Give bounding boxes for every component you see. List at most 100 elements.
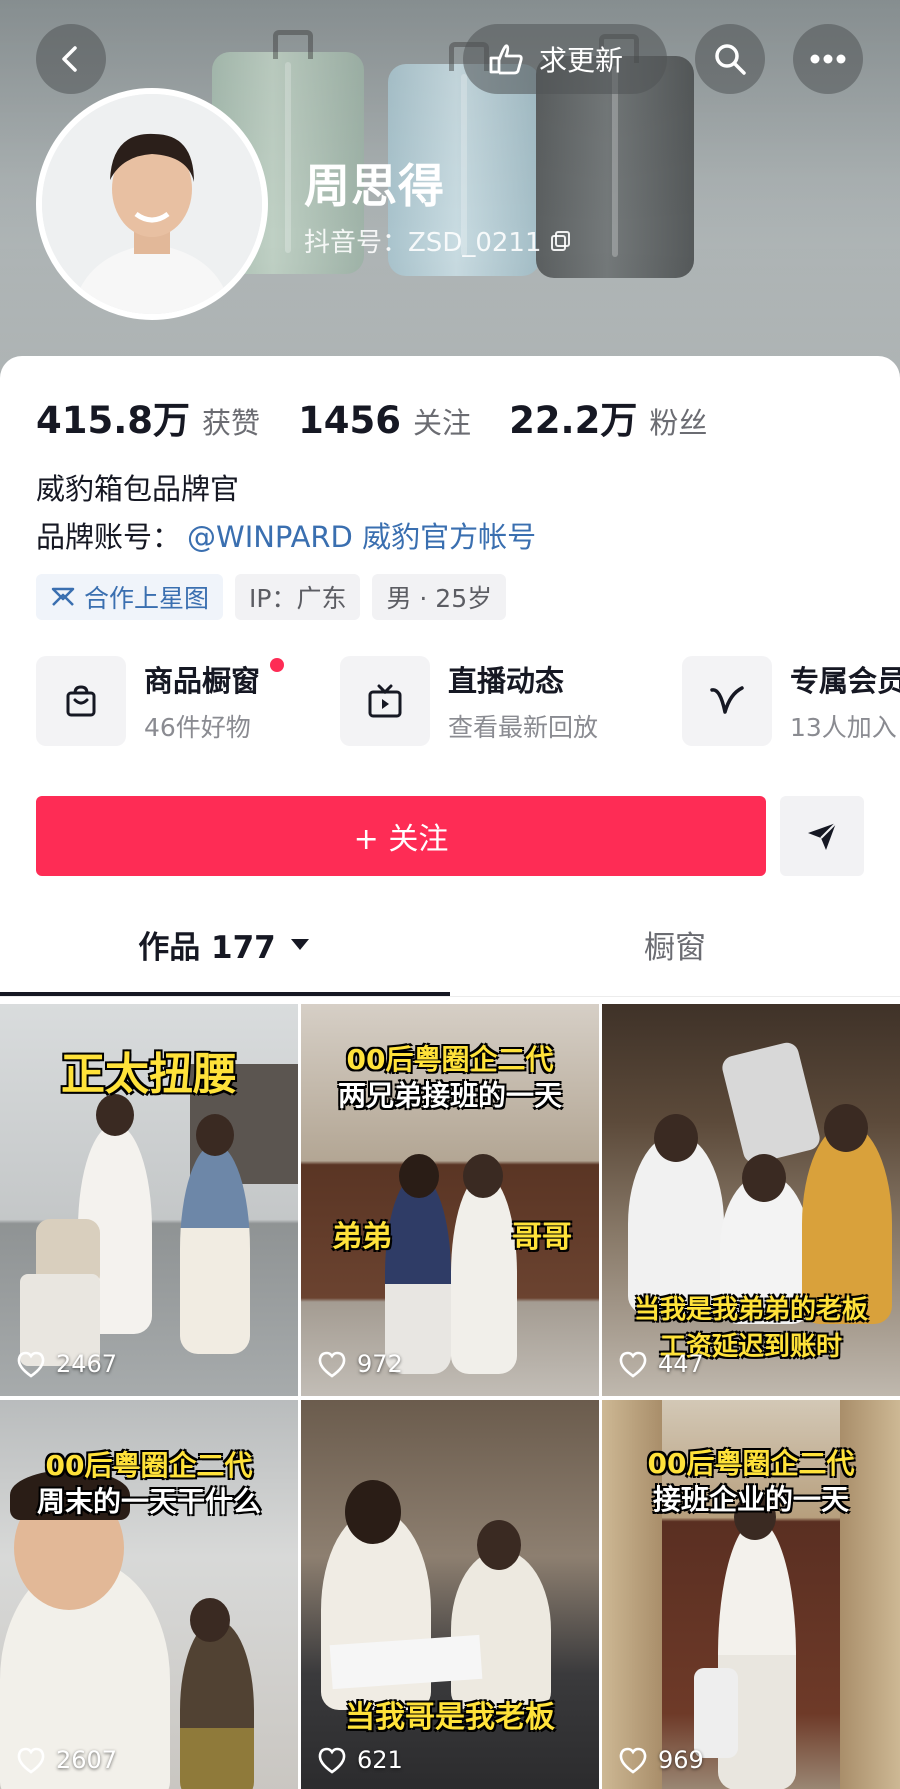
video-thumbnail[interactable]: 00后粤圈企二代 两兄弟接班的一天 弟弟 哥哥 972: [301, 1004, 599, 1396]
video-caption: 当我哥是我老板: [345, 1700, 555, 1735]
video-thumbnail[interactable]: 当我是我弟弟的老板 工资延迟到账时 447: [602, 1004, 900, 1396]
stat-label: 粉丝: [649, 406, 708, 440]
avatar-photo: [42, 94, 262, 314]
shopping-bag-icon: [66, 685, 96, 717]
video-thumbnail[interactable]: 00后粤圈企二代 接班企业的一天 969: [602, 1400, 900, 1789]
like-count: 621: [317, 1746, 403, 1774]
tag-label: 合作上星图: [84, 584, 210, 613]
paper-plane-icon: [808, 822, 837, 850]
tab-works-label: 作品 177: [138, 929, 276, 966]
stat-label: 关注: [413, 406, 472, 440]
feature-title: 直播动态: [448, 664, 565, 698]
feature-title: 商品橱窗: [144, 664, 261, 698]
caret-down-icon: [290, 939, 309, 950]
like-count: 969: [618, 1746, 704, 1774]
star-map-tag[interactable]: 合作上星图: [36, 574, 224, 620]
feature-title: 专属会员: [790, 664, 900, 698]
followers-stat[interactable]: 22.2万 粉丝: [509, 390, 707, 444]
search-button[interactable]: [695, 24, 765, 94]
tab-window[interactable]: 橱窗: [450, 896, 900, 992]
video-caption: 正太扭腰: [61, 1049, 237, 1100]
brand-account-link[interactable]: @WINPARD 威豹官方帐号: [187, 514, 536, 556]
feature-icon-box: [682, 656, 772, 746]
likes-stat[interactable]: 415.8万 获赞: [36, 390, 260, 444]
douyin-id-text: 抖音号：ZSD_0211: [304, 228, 542, 258]
copy-icon[interactable]: [550, 230, 572, 252]
content-tabs: 作品 177 橱窗: [0, 896, 900, 992]
video-caption: 接班企业的一天: [652, 1483, 849, 1516]
search-icon: [715, 44, 746, 75]
douyin-id[interactable]: 抖音号：ZSD_0211: [304, 222, 572, 259]
feature-entries: 商品橱窗 46件好物 直播动态 查看最新回放 专属会员 13人加入: [36, 656, 900, 752]
membership-entry[interactable]: 专属会员 13人加入: [682, 656, 900, 746]
person-figure: [385, 1174, 451, 1374]
feature-icon-box: [36, 656, 126, 746]
feature-subtitle: 查看最新回放: [448, 713, 599, 742]
notification-dot: [270, 658, 284, 672]
video-caption: 00后粤圈企二代: [346, 1043, 554, 1076]
heart-icon: [17, 1351, 45, 1378]
star-map-icon: [51, 587, 75, 606]
stat-value: 22.2万: [509, 399, 638, 442]
feature-subtitle: 13人加入: [790, 713, 897, 742]
back-button[interactable]: [36, 24, 106, 94]
tab-works[interactable]: 作品 177: [0, 896, 450, 992]
v-member-icon: [710, 686, 744, 714]
like-count-value: 447: [658, 1350, 704, 1378]
video-thumbnail[interactable]: 00后粤圈企二代 周末的一天干什么 2607: [0, 1400, 298, 1789]
shop-window-entry[interactable]: 商品橱窗 46件好物: [36, 656, 284, 746]
following-stat[interactable]: 1456 关注: [298, 399, 471, 442]
heart-icon: [619, 1747, 647, 1774]
more-dots-icon: [810, 54, 846, 64]
tab-window-label: 橱窗: [644, 929, 706, 966]
like-count: 2467: [16, 1350, 117, 1378]
stat-label: 获赞: [202, 406, 261, 440]
brand-account-line: 品牌账号： @WINPARD 威豹官方帐号: [36, 514, 536, 556]
video-caption: 当我是我弟弟的老板: [633, 1295, 868, 1325]
tab-divider: [0, 996, 900, 997]
avatar[interactable]: [36, 88, 268, 320]
video-thumbnail[interactable]: 当我哥是我老板 621: [301, 1400, 599, 1789]
stats-row: 415.8万 获赞 1456 关注 22.2万 粉丝: [36, 390, 745, 444]
heart-icon: [17, 1747, 45, 1774]
like-count-value: 972: [357, 1350, 403, 1378]
nickname: 周思得: [304, 159, 445, 213]
video-caption: 00后粤圈企二代: [45, 1449, 253, 1482]
profile-card: 415.8万 获赞 1456 关注 22.2万 粉丝 威豹箱包品牌官 品牌账号：…: [0, 356, 900, 1789]
like-count: 447: [618, 1350, 704, 1378]
live-updates-entry[interactable]: 直播动态 查看最新回放: [340, 656, 598, 746]
tv-icon: [368, 684, 402, 718]
person-figure: [451, 1174, 517, 1374]
gender-age-tag: 男 · 25岁: [372, 574, 507, 620]
heart-icon: [318, 1351, 346, 1378]
chevron-left-icon: [62, 46, 77, 72]
more-button[interactable]: [793, 24, 863, 94]
like-count-value: 2607: [56, 1746, 118, 1774]
person-figure: [180, 1144, 250, 1354]
tag-label: 男 · 25岁: [386, 584, 493, 613]
like-count: 2607: [16, 1746, 117, 1774]
video-thumbnail[interactable]: 正太扭腰 2467: [0, 1004, 298, 1396]
feature-icon-box: [340, 656, 430, 746]
tag-label: IP：广东: [249, 584, 347, 613]
ip-location-tag: IP：广东: [235, 574, 361, 620]
video-caption-inline: 哥哥: [512, 1220, 572, 1255]
video-caption: 00后粤圈企二代: [647, 1447, 855, 1480]
stat-value: 415.8万: [36, 399, 191, 442]
bio-text: 威豹箱包品牌官: [36, 472, 240, 506]
like-count: 972: [317, 1350, 403, 1378]
brand-prefix: 品牌账号：: [36, 520, 182, 554]
pointing-hand-icon: [489, 44, 523, 75]
profile-tags: 合作上星图 IP：广东 男 · 25岁: [36, 574, 507, 620]
person-figure: [180, 1620, 254, 1789]
feature-subtitle: 46件好物: [144, 713, 251, 742]
request-update-label: 求更新: [539, 44, 624, 77]
like-count-value: 621: [357, 1746, 403, 1774]
request-update-button[interactable]: 求更新: [463, 24, 667, 94]
video-caption: 两兄弟接班的一天: [337, 1079, 562, 1112]
follow-button[interactable]: + 关注: [36, 796, 766, 876]
like-count-value: 2467: [56, 1350, 118, 1378]
like-count-value: 969: [658, 1746, 704, 1774]
share-button[interactable]: [780, 796, 864, 876]
heart-icon: [619, 1351, 647, 1378]
